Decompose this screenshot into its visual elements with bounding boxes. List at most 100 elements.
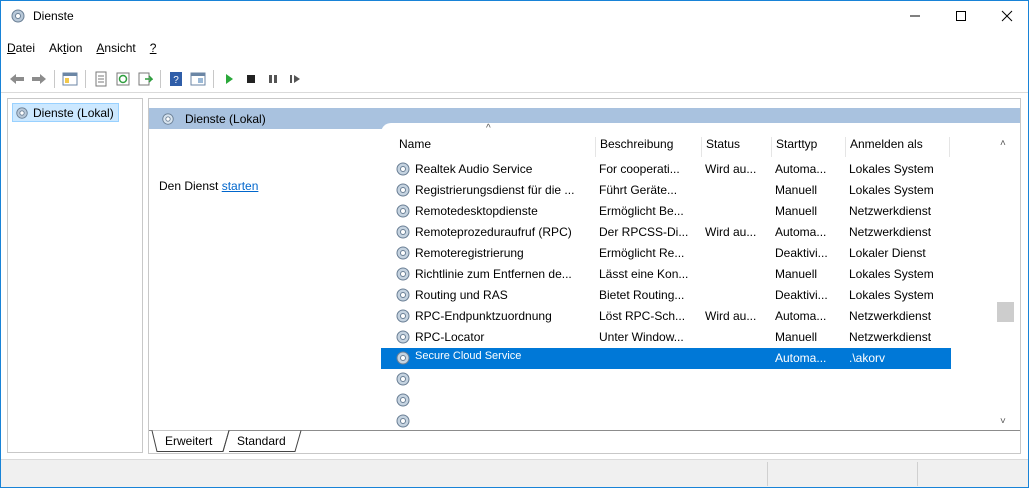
refresh-button[interactable] xyxy=(112,68,134,90)
column-label: Anmelden als xyxy=(850,137,923,151)
table-row[interactable] xyxy=(381,369,951,390)
cell-logon: Lokales System xyxy=(849,288,934,302)
cell-start: Manuell xyxy=(775,204,818,218)
close-button[interactable] xyxy=(984,1,1029,31)
maximize-button[interactable] xyxy=(938,1,984,31)
table-row[interactable]: RPC-Locator Unter Window... Manuell Netzwer… xyxy=(381,327,951,348)
close-icon xyxy=(1001,10,1013,22)
help-button[interactable]: ? xyxy=(165,68,187,90)
toolbar-separator xyxy=(54,69,55,88)
refresh-icon xyxy=(116,72,130,85)
restart-service-button[interactable] xyxy=(284,68,306,90)
cell-logon: Netzwerkdienst xyxy=(849,309,932,323)
tab-extended[interactable]: Erweitert xyxy=(159,432,218,452)
forward-button[interactable] xyxy=(28,68,50,90)
scrollbar-thumb[interactable] xyxy=(997,302,1014,322)
menu-accel: ? xyxy=(149,41,157,55)
cell-logon: Netzwerkdienst xyxy=(849,330,932,344)
table-row[interactable] xyxy=(381,390,951,411)
table-row[interactable]: RPC-Endpunktzuordnung Löst RPC-Sch... Wird… xyxy=(381,306,951,327)
cell-name: RPC-Locator xyxy=(415,330,485,344)
cell-start: Manuell xyxy=(775,330,818,344)
properties-button[interactable] xyxy=(90,68,112,90)
vertical-scrollbar[interactable]: ˄ ˅ xyxy=(997,132,1014,430)
cell-desc: Der RPCSS-Di... xyxy=(599,225,689,239)
tab-standard[interactable]: Standard xyxy=(231,432,292,452)
table-row[interactable] xyxy=(381,411,951,430)
service-description: Den Dienst starten xyxy=(159,179,258,193)
column-header-status[interactable]: Status xyxy=(702,137,772,157)
export-list-button[interactable] xyxy=(134,68,156,90)
cell-name: Remoteprozeduraufruf (RPC) xyxy=(415,225,572,239)
menu-text: Ak xyxy=(49,41,64,55)
cell-desc: Bietet Routing... xyxy=(599,288,685,302)
menu-ansicht[interactable]: Ansicht xyxy=(89,39,142,59)
service-gear-icon xyxy=(396,162,410,176)
status-bar xyxy=(1,459,1028,487)
scroll-up-icon[interactable]: ˄ xyxy=(1000,138,1006,149)
cell-desc: Unter Window... xyxy=(599,330,684,344)
tree-item-label: Dienste (Lokal) xyxy=(33,105,114,120)
view-icon xyxy=(190,72,206,85)
cell-start: Manuell xyxy=(775,183,818,197)
gear-icon xyxy=(11,9,25,23)
column-header-description[interactable]: Beschreibung xyxy=(596,137,702,157)
cell-desc: Lässt eine Kon... xyxy=(599,267,689,281)
start-service-button[interactable] xyxy=(218,68,240,90)
table-row[interactable]: Realtek Audio Service For cooperati... Wir… xyxy=(381,159,951,180)
service-gear-icon xyxy=(396,351,410,365)
service-gear-icon xyxy=(396,267,410,281)
table-row[interactable]: Remotedesktopdienste Ermöglicht Be... Manu… xyxy=(381,201,951,222)
tree-item-services-local[interactable]: Dienste (Lokal) xyxy=(12,103,119,122)
cell-name: Realtek Audio Service xyxy=(415,162,533,176)
menu-accel: D xyxy=(7,41,16,55)
service-gear-icon xyxy=(396,204,410,218)
minimize-button[interactable] xyxy=(892,1,938,31)
column-header-logon[interactable]: Anmelden als xyxy=(846,137,950,157)
cell-start: Deaktivi... xyxy=(775,288,828,302)
column-label: Name xyxy=(399,137,432,151)
show-hide-tree-button[interactable] xyxy=(59,68,81,90)
cell-status: Wird au... xyxy=(705,225,757,239)
gear-icon xyxy=(162,112,174,125)
menu-datei[interactable]: Datei xyxy=(1,39,42,59)
column-header-name[interactable]: Name xyxy=(395,137,596,157)
cell-status: Wird au... xyxy=(705,162,757,176)
column-header-startup-type[interactable]: Starttyp xyxy=(772,137,846,157)
pause-service-button[interactable] xyxy=(262,68,284,90)
table-row[interactable]: Remoteregistrierung Ermöglicht Re... Deakt… xyxy=(381,243,951,264)
cell-name: Routing und RAS xyxy=(415,288,508,302)
cell-status: Wird au... xyxy=(705,309,757,323)
view-button[interactable] xyxy=(187,68,209,90)
table-row[interactable]: Registrierungsdienst für die ... Führt Ge… xyxy=(381,180,951,201)
table-row[interactable]: Remoteprozeduraufruf (RPC) Der RPCSS-Di..… xyxy=(381,222,951,243)
start-service-link[interactable]: starten xyxy=(222,179,259,193)
service-gear-icon xyxy=(396,393,410,407)
play-icon xyxy=(226,73,233,84)
cell-desc: Ermöglicht Be... xyxy=(599,204,684,218)
cell-desc: Führt Geräte... xyxy=(599,183,678,197)
cell-logon: .\akorv xyxy=(849,351,886,365)
cell-logon: Lokaler Dienst xyxy=(849,246,926,260)
pane-title: Dienste (Lokal) xyxy=(185,111,266,126)
back-button[interactable] xyxy=(6,68,28,90)
table-row[interactable]: Routing und RAS Bietet Routing... Deaktivi… xyxy=(381,285,951,306)
details-pane: Dienste (Lokal) Den Dienst starten Name … xyxy=(148,98,1021,454)
cell-start: Automa... xyxy=(775,225,827,239)
stop-service-button[interactable] xyxy=(240,68,262,90)
service-gear-icon xyxy=(396,183,410,197)
stop-icon xyxy=(247,74,255,83)
cell-start: Deaktivi... xyxy=(775,246,828,260)
menu-aktion[interactable]: Aktion xyxy=(42,39,89,59)
toolbar-separator xyxy=(160,69,161,88)
cell-name: RPC-Endpunktzuordnung xyxy=(415,309,552,323)
service-gear-icon xyxy=(396,330,410,344)
table-row[interactable]: Secure Cloud Service Automa... .\akorv xyxy=(381,348,951,369)
cell-name: Richtlinie zum Entfernen de... xyxy=(415,267,572,281)
table-row[interactable]: Richtlinie zum Entfernen de... Lässt eine… xyxy=(381,264,951,285)
cell-desc: Löst RPC-Sch... xyxy=(599,309,686,323)
menu-hilfe[interactable]: ? xyxy=(143,39,164,59)
scroll-down-icon[interactable]: ˅ xyxy=(1000,416,1006,427)
cell-start: Manuell xyxy=(775,267,818,281)
tab-label: Standard xyxy=(237,434,286,448)
